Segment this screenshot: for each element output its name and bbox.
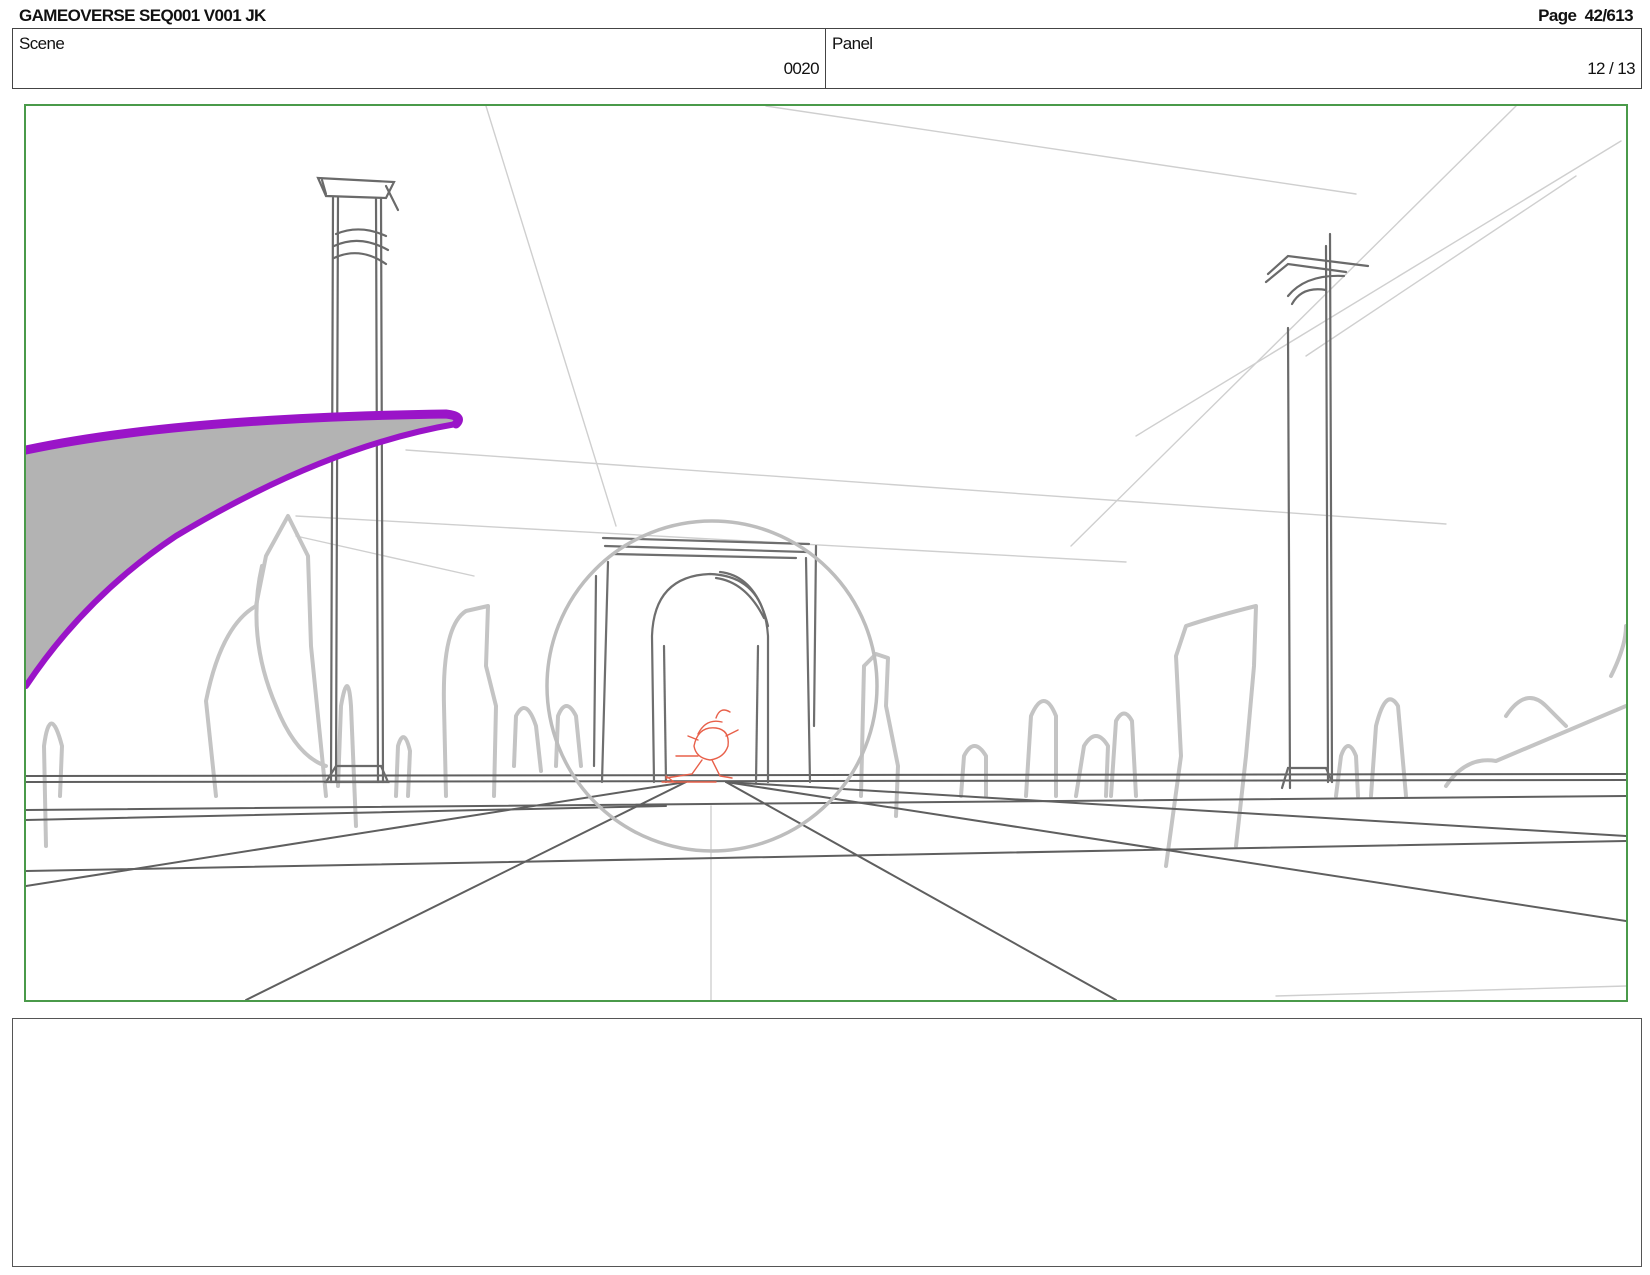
- scene-panel-info-table: Scene 0020 Panel 12 / 13: [12, 28, 1642, 89]
- ground-perspective-lines: [26, 773, 1626, 1000]
- panel-number: 12 / 13: [1587, 59, 1635, 78]
- storyboard-sketch: [26, 106, 1626, 1000]
- character-sketch: [661, 709, 739, 783]
- gate-circle: [545, 519, 879, 853]
- left-column: [316, 176, 400, 784]
- panel-notes-box: [12, 1018, 1642, 1267]
- scene-number: 0020: [783, 59, 820, 78]
- storyboard-panel-frame: [24, 104, 1628, 1002]
- scene-cell: Scene 0020: [13, 29, 826, 88]
- document-title: GAMEOVERSE SEQ001 V001 JK: [19, 6, 266, 25]
- arch-gate: [592, 536, 818, 784]
- panel-label: Panel: [832, 34, 873, 53]
- construction-lines: [295, 106, 1626, 1000]
- panel-cell: Panel 12 / 13: [826, 29, 1641, 88]
- page-number: Page 42/613: [1538, 6, 1633, 25]
- right-column: [1264, 232, 1370, 790]
- scene-label: Scene: [19, 34, 65, 53]
- foreground-wing-shape: [26, 409, 463, 689]
